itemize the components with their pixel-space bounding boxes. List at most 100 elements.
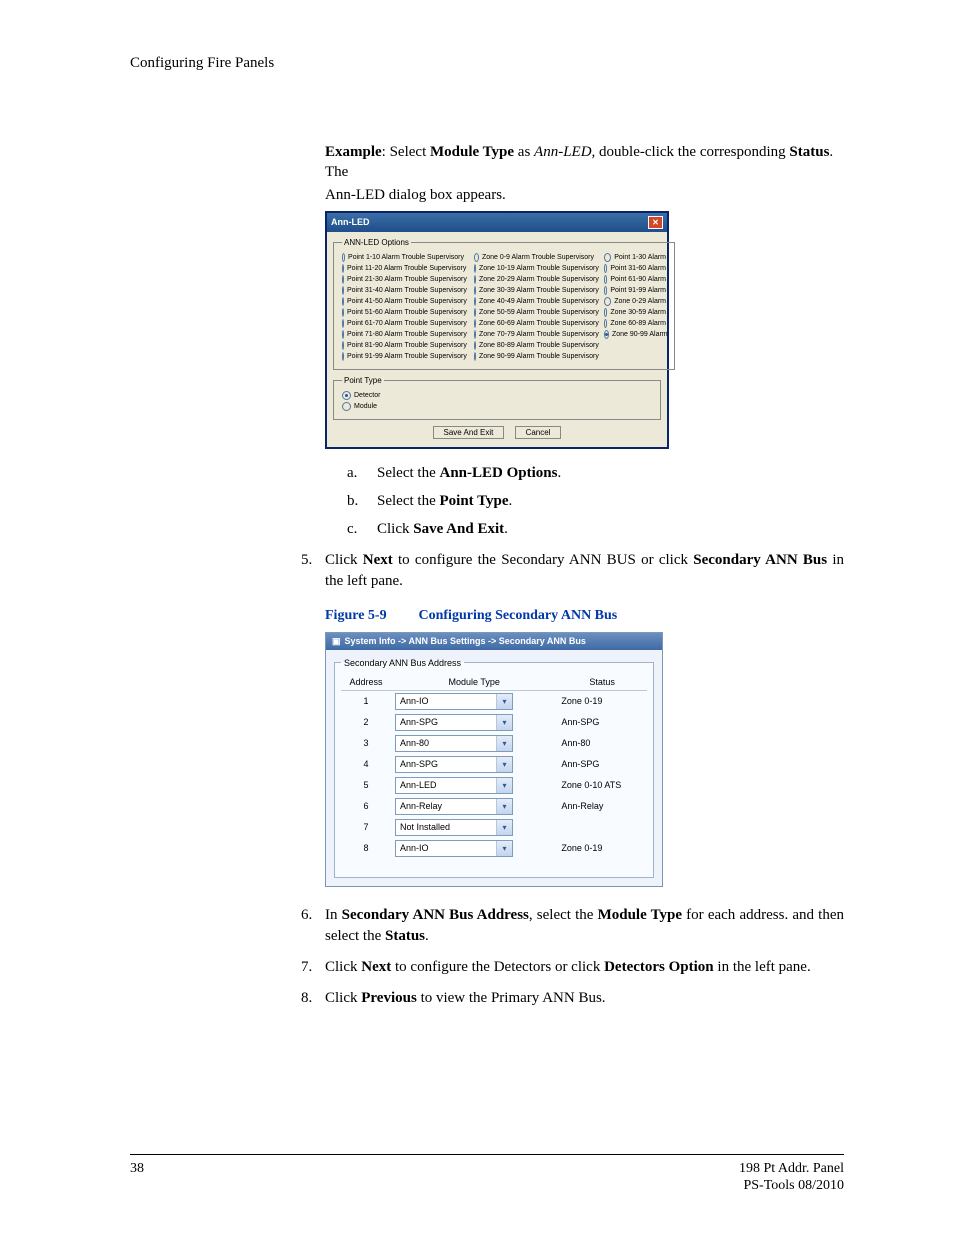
radio-label: Zone 20-29 Alarm Trouble Supervisory (479, 276, 599, 283)
t: Click (325, 990, 361, 1006)
cell-status[interactable] (557, 817, 647, 838)
cell-status[interactable]: Ann-80 (557, 733, 647, 754)
t: Detector (354, 392, 380, 399)
radio-option[interactable]: Point 61-70 Alarm Trouble Supervisory (342, 319, 464, 328)
table-row: 5Ann-LED▾Zone 0-10 ATS (341, 775, 647, 796)
radio-option[interactable]: Zone 70-79 Alarm Trouble Supervisory (474, 330, 594, 339)
t: Secondary ANN Bus Address (342, 907, 529, 923)
select-value: Ann-Relay (400, 801, 442, 811)
radio-icon (474, 286, 476, 295)
ann-led-dialog: Ann-LED ✕ ANN-LED Options Point 1-10 Ala… (325, 211, 669, 449)
radio-icon (604, 308, 607, 317)
substep-c: c.Click Save And Exit. (347, 519, 844, 539)
cell-status[interactable]: Zone 0-19 (557, 838, 647, 859)
cell-status[interactable]: Ann-SPG (557, 712, 647, 733)
point-type-detector[interactable]: Detector (342, 391, 652, 400)
module-type-select[interactable]: Not Installed▾ (395, 819, 513, 836)
radio-label: Zone 90-99 Alarm (612, 331, 668, 338)
step-6: 6. In Secondary ANN Bus Address, select … (301, 905, 844, 947)
cell-status[interactable]: Ann-SPG (557, 754, 647, 775)
cell-status[interactable]: Zone 0-10 ATS (557, 775, 647, 796)
radio-label: Zone 60-89 Alarm (610, 320, 666, 327)
radio-option[interactable]: Zone 30-39 Alarm Trouble Supervisory (474, 286, 594, 295)
module-type-select[interactable]: Ann-LED▾ (395, 777, 513, 794)
radio-option[interactable]: Point 41-50 Alarm Trouble Supervisory (342, 297, 464, 306)
radio-label: Zone 10-19 Alarm Trouble Supervisory (479, 265, 599, 272)
t: : Select (382, 144, 430, 160)
radio-option[interactable]: Zone 90-99 Alarm (604, 330, 666, 339)
radio-option[interactable]: Zone 30-59 Alarm (604, 308, 666, 317)
radio-option[interactable]: Zone 80-89 Alarm Trouble Supervisory (474, 341, 594, 350)
t: Next (361, 959, 391, 975)
table-row: 3Ann-80▾Ann-80 (341, 733, 647, 754)
table-row: 1Ann-IO▾ Zone 0-19 (341, 690, 647, 712)
radio-option[interactable]: Zone 20-29 Alarm Trouble Supervisory (474, 275, 594, 284)
select-value: Not Installed (400, 822, 450, 832)
radio-option[interactable]: Point 61-90 Alarm (604, 275, 666, 284)
module-type-select[interactable]: Ann-IO▾ (395, 840, 513, 857)
module-type-select[interactable]: Ann-SPG▾ (395, 756, 513, 773)
cancel-button[interactable]: Cancel (515, 426, 562, 439)
radio-icon (474, 319, 476, 328)
t: . (504, 521, 508, 537)
radio-option[interactable]: Zone 0-29 Alarm (604, 297, 666, 306)
intro-line2: Ann-LED dialog box appears. (325, 185, 844, 205)
point-type-fieldset: Point Type Detector Module (333, 376, 661, 420)
radio-icon (342, 391, 351, 400)
radio-label: Zone 0-29 Alarm (614, 298, 666, 305)
radio-option[interactable]: Point 11-20 Alarm Trouble Supervisory (342, 264, 464, 273)
t: as (514, 144, 534, 160)
radio-label: Zone 30-39 Alarm Trouble Supervisory (479, 287, 599, 294)
close-icon[interactable]: ✕ (648, 216, 663, 229)
radio-label: Point 1-30 Alarm (614, 254, 666, 261)
t: Ann-LED, (534, 144, 595, 160)
intro-example: Example (325, 144, 382, 160)
radio-option[interactable]: Point 91-99 Alarm Trouble Supervisory (342, 352, 464, 361)
module-type-select[interactable]: Ann-SPG▾ (395, 714, 513, 731)
cell-address: 1 (341, 690, 391, 712)
ann-led-options-fieldset: ANN-LED Options Point 1-10 Alarm Trouble… (333, 238, 675, 370)
radio-option[interactable]: Point 81-90 Alarm Trouble Supervisory (342, 341, 464, 350)
radio-option[interactable]: Zone 0-9 Alarm Trouble Supervisory (474, 253, 594, 262)
save-and-exit-button[interactable]: Save And Exit (433, 426, 505, 439)
radio-option[interactable]: Point 51-60 Alarm Trouble Supervisory (342, 308, 464, 317)
radio-option[interactable]: Point 91-99 Alarm (604, 286, 666, 295)
chevron-down-icon: ▾ (496, 694, 512, 709)
t: Secondary ANN Bus (693, 552, 827, 568)
radio-option[interactable]: Zone 40-49 Alarm Trouble Supervisory (474, 297, 594, 306)
t: Module (354, 403, 377, 410)
radio-option[interactable]: Point 1-30 Alarm (604, 253, 666, 262)
t: Select the (377, 465, 439, 481)
radio-option[interactable]: Point 21-30 Alarm Trouble Supervisory (342, 275, 464, 284)
radio-label: Point 81-90 Alarm Trouble Supervisory (347, 342, 467, 349)
radio-label: Point 21-30 Alarm Trouble Supervisory (347, 276, 467, 283)
radio-option[interactable]: Point 71-80 Alarm Trouble Supervisory (342, 330, 464, 339)
substeps: a.Select the Ann-LED Options. b.Select t… (347, 463, 844, 540)
module-type-select[interactable]: Ann-Relay▾ (395, 798, 513, 815)
radio-option[interactable]: Zone 10-19 Alarm Trouble Supervisory (474, 264, 594, 273)
radio-option[interactable]: Zone 60-69 Alarm Trouble Supervisory (474, 319, 594, 328)
radio-option[interactable]: Zone 60-89 Alarm (604, 319, 666, 328)
radio-label: Zone 30-59 Alarm (610, 309, 666, 316)
radio-icon (342, 341, 344, 350)
radio-option[interactable]: Zone 90-99 Alarm Trouble Supervisory (474, 352, 594, 361)
cell-address: 4 (341, 754, 391, 775)
radio-option[interactable]: Point 31-60 Alarm (604, 264, 666, 273)
t: b. (347, 491, 377, 511)
radio-label: Point 1-10 Alarm Trouble Supervisory (348, 254, 464, 261)
cell-status[interactable]: Zone 0-19 (557, 690, 647, 712)
radio-option[interactable]: Zone 50-59 Alarm Trouble Supervisory (474, 308, 594, 317)
col-status: Status (557, 674, 647, 691)
running-header: Configuring Fire Panels (130, 55, 844, 72)
radio-label: Point 91-99 Alarm (610, 287, 666, 294)
radio-option[interactable]: Point 1-10 Alarm Trouble Supervisory (342, 253, 464, 262)
cell-status[interactable]: Ann-Relay (557, 796, 647, 817)
secondary-ann-bus-window: ▣ System Info -> ANN Bus Settings -> Sec… (325, 632, 663, 887)
radio-icon (342, 402, 351, 411)
module-type-select[interactable]: Ann-IO▾ (395, 693, 513, 710)
radio-option[interactable]: Point 31-40 Alarm Trouble Supervisory (342, 286, 464, 295)
module-type-select[interactable]: Ann-80▾ (395, 735, 513, 752)
select-value: Ann-80 (400, 738, 429, 748)
dialog-title: Ann-LED (331, 217, 370, 227)
point-type-module[interactable]: Module (342, 402, 652, 411)
